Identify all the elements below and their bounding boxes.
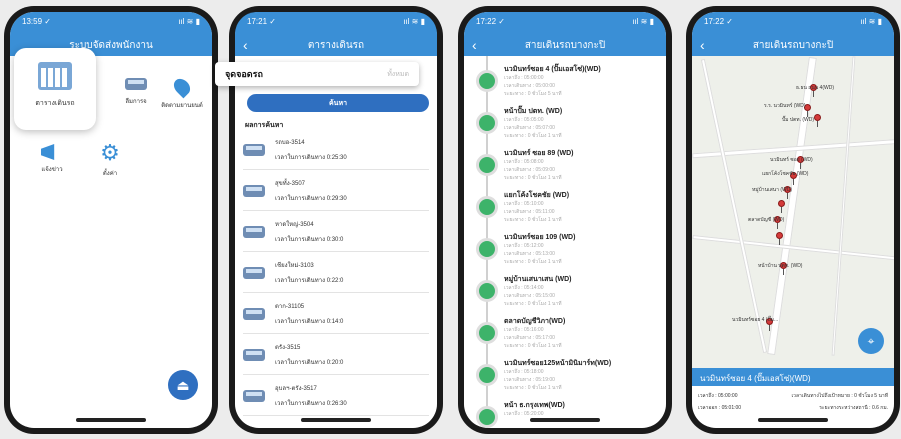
- locate-button[interactable]: ⌖: [858, 328, 884, 354]
- stop-dot: [476, 280, 498, 302]
- map-pin[interactable]: [776, 232, 783, 245]
- route-time: เวลาในการเดินทาง 0:20:0: [275, 360, 344, 366]
- route-row[interactable]: เชียงใหม่-3103 เวลาในการเดินทาง 0:22:0: [243, 253, 429, 293]
- stop-item[interactable]: แยกโค้งโชคชัย (WD) เวลาถึง : 05:10:00 เวลา…: [472, 190, 666, 232]
- map-pin[interactable]: [778, 200, 785, 213]
- stop-dot: [476, 196, 498, 218]
- stop-info-title: นวมินทร์ซอย 4 (ปั๊มเอสโซ่)(WD): [692, 368, 894, 386]
- stop-dot: [476, 238, 498, 260]
- logout-icon: ⏏: [176, 376, 190, 393]
- status-signal: ııl ≋ ▮: [178, 17, 200, 26]
- route-row[interactable]: หาดใหญ่-3504 เวลาในการเดินทาง 0:30:0: [243, 212, 429, 252]
- route-name: รถบอ-3514: [275, 140, 305, 146]
- gear-icon: ⚙: [100, 140, 120, 165]
- phone-schedule: 17:21 ✓ ııl ≋ ▮ ‹ ตารางเดินรถ ค้นหา ผลการค…: [215, 6, 443, 434]
- bus-icon: [243, 266, 265, 279]
- phone-route-timeline: 17:22 ✓ ııl ≋ ▮ ‹ สายเดินรถบางกะปิ นวมินทร…: [458, 6, 672, 434]
- route-name: ตาก-31105: [275, 304, 305, 310]
- stop-select[interactable]: จุดจอดรถ ทั้งหมด: [215, 62, 419, 86]
- bus-icon: [243, 307, 265, 320]
- route-row[interactable]: รถบอ-3514 เวลาในการเดินทาง 0:25:30: [243, 130, 429, 170]
- stop-dot: [476, 154, 498, 176]
- route-row[interactable]: ตรัง-3515 เวลาในการเดินทาง 0:20:0: [243, 335, 429, 375]
- route-name: หาดใหญ่-3504: [275, 222, 314, 228]
- bus-icon: [243, 348, 265, 361]
- header-title: ตารางเดินรถ: [307, 39, 365, 51]
- stop-item[interactable]: นวมินทร์ ซอย 89 (WD) เวลาถึง : 05:08:00 เว…: [472, 148, 666, 190]
- route-name: เชียงใหม่-3103: [275, 263, 314, 269]
- phone-home: 13:59 ✓ ııl ≋ ▮ ระบบจัดส่งพนักงาน ลืมการจ…: [4, 6, 218, 434]
- stop-dot: [476, 112, 498, 134]
- stop-item[interactable]: ตลาดบัญชีวิภา(WD) เวลาถึง : 05:16:00 เวลาเ…: [472, 316, 666, 358]
- route-time: เวลาในการเดินทาง 0:25:30: [275, 155, 347, 161]
- bus-icon: [243, 389, 265, 402]
- route-row[interactable]: ตาก-31105 เวลาในการเดินทาง 0:14:0: [243, 294, 429, 334]
- route-map[interactable]: ธ.ธน ถนน 4(WD) ร.ร. นวมินทร์ (WD) ปั๊ม ป…: [692, 56, 894, 368]
- route-name: ตรัง-3515: [275, 345, 301, 351]
- stop-item[interactable]: หน้า ธ.กรุงเทพ(WD) เวลาถึง : 05:20:00: [472, 400, 666, 428]
- route-row[interactable]: สุขทั้ง-3507 เวลาในการเดินทาง 0:29:30: [243, 171, 429, 211]
- bus-icon: [243, 143, 265, 156]
- search-button[interactable]: ค้นหา: [247, 94, 429, 112]
- route-time: เวลาในการเดินทาง 0:29:30: [275, 196, 347, 202]
- logout-button[interactable]: ⏏: [168, 370, 198, 400]
- stop-dot: [476, 364, 498, 386]
- back-icon[interactable]: ‹: [700, 37, 705, 53]
- route-time: เวลาในการเดินทาง 0:26:30: [275, 401, 347, 407]
- stop-dot: [476, 70, 498, 92]
- header-title: สายเดินรถบางกะปิ: [524, 39, 606, 51]
- map-pin[interactable]: [814, 114, 821, 127]
- stop-dot: [476, 322, 498, 344]
- tile-settings[interactable]: ⚙ ตั้งค่า: [80, 142, 140, 178]
- back-icon[interactable]: ‹: [472, 37, 477, 53]
- calendar-icon: [38, 62, 72, 90]
- header-title: สายเดินรถบางกะปิ: [752, 39, 834, 51]
- back-icon[interactable]: ‹: [243, 37, 248, 53]
- route-time: เวลาในการเดินทาง 0:14:0: [275, 319, 344, 325]
- route-row[interactable]: อุบลฯ-ตรัง-3517 เวลาในการเดินทาง 0:26:30: [243, 376, 429, 416]
- tile-schedule[interactable]: ตารางเดินรถ: [14, 48, 96, 130]
- status-time: 13:59 ✓: [22, 17, 51, 26]
- route-time: เวลาในการเดินทาง 0:30:0: [275, 237, 344, 243]
- tile-tracking[interactable]: ติดตามยานยนต์: [152, 75, 212, 110]
- stop-item[interactable]: นวมินทร์ซอย125หน้ามินิมาร์ท(WD) เวลาถึง :…: [472, 358, 666, 400]
- location-pin-icon: [170, 75, 194, 99]
- crosshair-icon: ⌖: [867, 333, 875, 348]
- route-name: อุบลฯ-ตรัง-3517: [275, 386, 317, 392]
- bus-icon: [125, 78, 147, 90]
- bus-icon: [243, 184, 265, 197]
- tile-news[interactable]: แจ้งข่าว: [22, 144, 82, 174]
- route-time: เวลาในการเดินทาง 0:22:0: [275, 278, 344, 284]
- stop-item[interactable]: นวมินทร์ซอย 4 (ปั๊มเอสโซ่)(WD) เวลาถึง : …: [472, 64, 666, 106]
- megaphone-icon: [41, 144, 55, 160]
- phone-route-map: 17:22 ✓ ııl ≋ ▮ ‹ สายเดินรถบางกะปิ ธ.ธน ถน…: [686, 6, 900, 434]
- stop-dot: [476, 406, 498, 428]
- stop-item[interactable]: นวมินทร์ซอย 109 (WD) เวลาถึง : 05:12:00 เว…: [472, 232, 666, 274]
- bus-icon: [243, 225, 265, 238]
- stop-item[interactable]: หน้าปั๊ม ปตท. (WD) เวลาถึง : 05:05:00 เวลา…: [472, 106, 666, 148]
- stop-item[interactable]: หมู่บ้านเสนาเสน (WD) เวลาถึง : 05:14:00 เว…: [472, 274, 666, 316]
- route-name: สุขทั้ง-3507: [275, 181, 305, 187]
